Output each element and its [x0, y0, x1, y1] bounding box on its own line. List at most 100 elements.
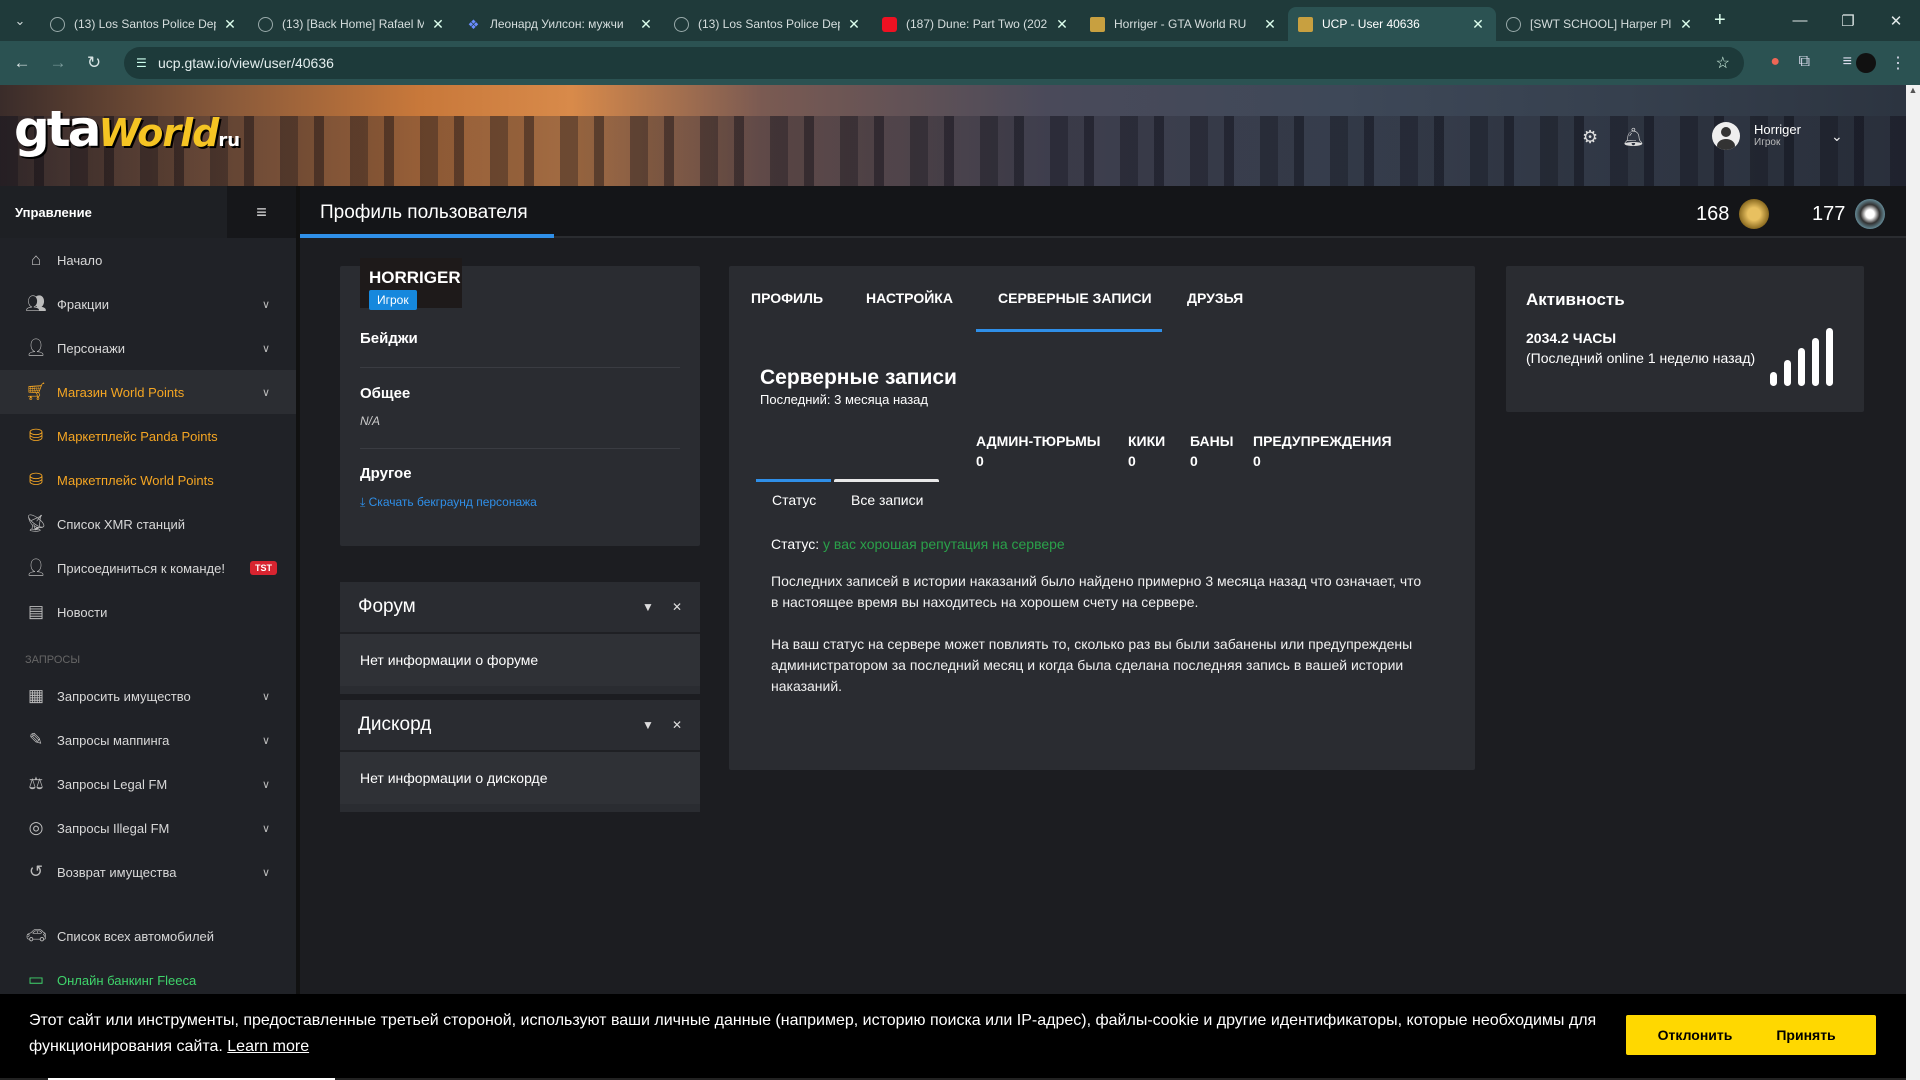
close-icon[interactable]: ✕: [1262, 16, 1278, 33]
minimize-icon[interactable]: —: [1776, 0, 1824, 41]
close-icon[interactable]: ✕: [430, 16, 446, 33]
logo-ru: ru: [218, 130, 241, 151]
subtab-all-records[interactable]: Все записи: [851, 492, 923, 508]
hamburger-menu-icon[interactable]: ≡: [227, 186, 296, 238]
browser-tab[interactable]: [SWT SCHOOL] Harper Pl ✕: [1496, 7, 1704, 41]
browser-tab[interactable]: (13) Los Santos Police Dep ✕: [40, 7, 248, 41]
sidebar-item-xmr-stations[interactable]: 📡︎ Список XMR станций: [0, 502, 296, 546]
panda-points-counter: 168: [1696, 199, 1770, 229]
vk-icon: ❖: [467, 16, 480, 32]
tab-title: [SWT SCHOOL] Harper Pl: [1530, 17, 1672, 31]
forum-card: Форум ▼ ✕ Нет информации о форуме: [340, 582, 700, 694]
chevron-down-icon: ∨: [261, 342, 270, 355]
page-scrollbar[interactable]: [1906, 85, 1920, 1080]
learn-more-link[interactable]: Learn more: [227, 1038, 309, 1055]
stat-bans: БАНЫ 0: [1190, 431, 1233, 471]
back-icon[interactable]: ←: [8, 53, 36, 73]
sidebar-item-label: Список XMR станций: [57, 516, 186, 532]
browser-tab[interactable]: Horriger - GTA World RU ✕: [1080, 7, 1288, 41]
sidebar-item-join-team[interactable]: 👤︎ Присоединиться к команде! TST: [0, 546, 296, 590]
restore-icon[interactable]: ❐: [1824, 0, 1872, 41]
sidebar-item-label: Запросы Illegal FM: [57, 820, 170, 836]
close-icon[interactable]: ✕: [222, 16, 238, 33]
sidebar-item-property-return[interactable]: ↺ Возврат имущества ∨: [0, 850, 296, 894]
sidebar-item-world-marketplace[interactable]: ⛁ Маркетплейс World Points: [0, 458, 296, 502]
tab-friends[interactable]: ДРУЗЬЯ: [1187, 290, 1243, 306]
forward-icon[interactable]: →: [44, 53, 72, 73]
profile-avatar-icon[interactable]: [1856, 53, 1876, 73]
extensions-puzzle-icon[interactable]: ⧉: [1799, 53, 1810, 71]
browser-tab-active[interactable]: UCP - User 40636 ✕: [1288, 7, 1496, 41]
browser-tab[interactable]: (187) Dune: Part Two (202 ✕: [872, 7, 1080, 41]
bookmark-star-icon[interactable]: ☆: [1716, 53, 1730, 73]
close-icon[interactable]: ✕: [1678, 16, 1694, 33]
coins-icon: ⛁: [28, 426, 44, 445]
collapse-caret-icon[interactable]: ▼: [642, 718, 654, 732]
tab-search-icon[interactable]: ⌄: [0, 0, 40, 41]
sidebar-item-factions[interactable]: 👥︎ Фракции ∨: [0, 282, 296, 326]
window-controls: — ❐ ✕: [1776, 0, 1920, 41]
undo-icon: ↺: [28, 862, 44, 881]
address-bar: ← → ↻ ☰ ucp.gtaw.io/view/user/40636 ☆ ● …: [0, 41, 1920, 85]
tab-server-records[interactable]: СЕРВЕРНЫЕ ЗАПИСИ: [998, 290, 1152, 306]
tab-profile[interactable]: ПРОФИЛЬ: [751, 290, 823, 306]
close-icon[interactable]: ✕: [638, 16, 654, 33]
browser-menu-icon[interactable]: ⋮: [1890, 53, 1906, 73]
notifications-bell-icon[interactable]: 🔔︎: [1622, 127, 1645, 148]
site-logo[interactable]: gtaWorldru: [14, 99, 240, 171]
settings-gear-icon[interactable]: ⚙: [1582, 127, 1598, 148]
download-background-link[interactable]: ⤓ Скачать бекграунд персонажа: [360, 495, 537, 510]
sidebar-item-request-property[interactable]: ▦ Запросить имущество ∨: [0, 674, 296, 718]
close-icon[interactable]: ✕: [846, 16, 862, 33]
activity-last-online: (Последний online 1 неделю назад): [1526, 350, 1756, 366]
panda-icon: [1855, 199, 1886, 229]
browser-tab[interactable]: ❖ Леонард Уилсон: мужчи ✕: [456, 7, 664, 41]
new-tab-icon[interactable]: +: [1714, 9, 1726, 32]
profile-tabs: ПРОФИЛЬ НАСТРОЙКА СЕРВЕРНЫЕ ЗАПИСИ ДРУЗЬ…: [729, 266, 1475, 336]
coins-icon: ⛁: [28, 470, 44, 489]
sidebar-item-characters[interactable]: 👤︎ Персонажи ∨: [0, 326, 296, 370]
close-icon[interactable]: ✕: [1470, 16, 1486, 33]
records-paragraph-1: Последних записей в истории наказаний бы…: [771, 573, 1422, 610]
sidebar-item-world-points-shop[interactable]: 🛒︎ Магазин World Points ∨: [0, 370, 296, 414]
status-line: Статус: у вас хорошая репутация на серве…: [771, 536, 1065, 552]
active-tab-underline: [976, 329, 1162, 332]
download-icon: ⤓: [360, 495, 369, 509]
activity-hours: 2034.2 ЧАСЫ: [1526, 330, 1617, 346]
sidebar-item-home[interactable]: ⌂ Начало: [0, 238, 296, 282]
browser-tab[interactable]: (13) Los Santos Police Dep ✕: [664, 7, 872, 41]
discord-title: Дискорд: [358, 714, 432, 735]
sidebar-item-illegal-fm[interactable]: ◎ Запросы Illegal FM ∨: [0, 806, 296, 850]
url-field[interactable]: ☰ ucp.gtaw.io/view/user/40636 ☆: [124, 47, 1744, 79]
sidebar-item-panda-marketplace[interactable]: ⛁ Маркетплейс Panda Points: [0, 414, 296, 458]
accept-cookies-button[interactable]: Принять: [1736, 1015, 1876, 1055]
site-info-icon[interactable]: ☰: [136, 56, 147, 70]
tab-title: (13) Los Santos Police Dep: [698, 17, 840, 31]
collapse-caret-icon[interactable]: ▼: [642, 600, 654, 614]
subtab-status[interactable]: Статус: [772, 492, 816, 508]
close-icon[interactable]: ✕: [672, 718, 682, 732]
divider: [360, 448, 680, 449]
sidebar-item-label: Маркетплейс Panda Points: [57, 428, 218, 444]
sidebar-item-mapping-requests[interactable]: ✎ Запросы маппинга ∨: [0, 718, 296, 762]
scroll-up-arrow-icon[interactable]: ▲: [1906, 85, 1920, 99]
browser-tab[interactable]: (13) [Back Home] Rafael M ✕: [248, 7, 456, 41]
close-icon[interactable]: ✕: [672, 600, 682, 614]
close-window-icon[interactable]: ✕: [1872, 0, 1920, 41]
tab-title: UCP - User 40636: [1322, 17, 1420, 31]
sidebar-item-fleeca-banking[interactable]: ▭ Онлайн банкинг Fleeca: [0, 958, 296, 994]
scale-icon: ⚖: [28, 774, 44, 793]
chevron-down-icon: ⌄: [1830, 127, 1843, 144]
sidebar-item-label: Присоединиться к команде!: [57, 560, 225, 576]
sidebar-item-all-vehicles[interactable]: 🚗︎ Список всех автомобилей: [0, 914, 296, 958]
cookie-banner: Этот сайт или инструменты, предоставленн…: [0, 994, 1906, 1080]
reload-icon[interactable]: ↻: [80, 53, 108, 73]
media-control-icon[interactable]: ≡: [1843, 53, 1852, 71]
sidebar-item-legal-fm[interactable]: ⚖ Запросы Legal FM ∨: [0, 762, 296, 806]
medal-icon: [1739, 199, 1770, 229]
close-icon[interactable]: ✕: [1054, 16, 1070, 33]
extension-icon[interactable]: ●: [1770, 53, 1780, 71]
tab-settings[interactable]: НАСТРОЙКА: [866, 290, 953, 306]
user-menu[interactable]: Horriger Игрок ⌄: [1712, 122, 1843, 150]
sidebar-item-news[interactable]: ▤ Новости: [0, 590, 296, 634]
